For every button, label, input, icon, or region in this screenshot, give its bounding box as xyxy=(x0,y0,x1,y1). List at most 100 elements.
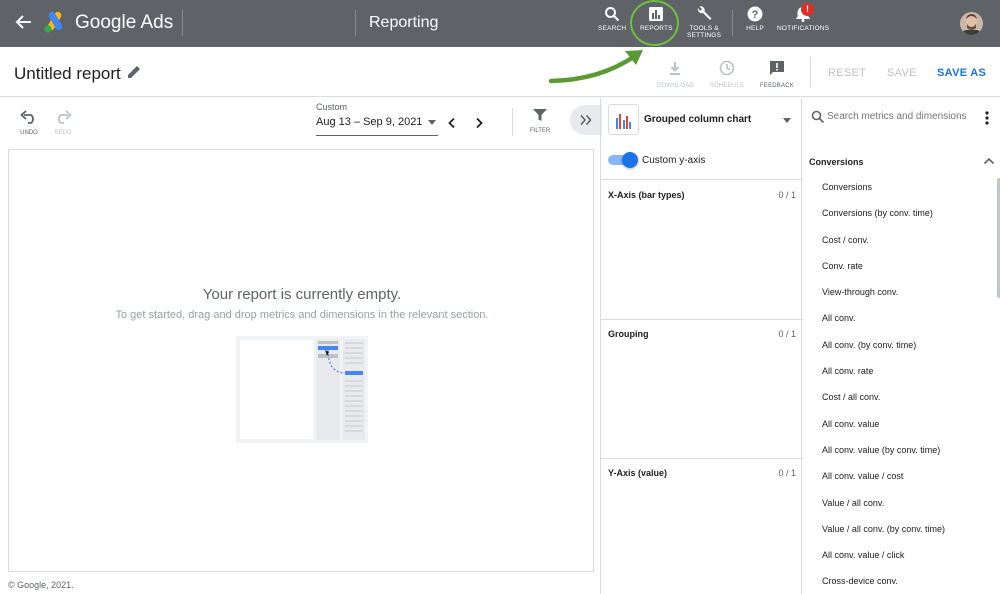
metric-item[interactable]: View-through conv. xyxy=(803,283,1000,309)
notifications-button[interactable]: ! NOTIFICATIONS xyxy=(777,3,830,32)
metric-item[interactable]: All conv. value (by conv. time) xyxy=(803,441,1000,467)
filter-icon xyxy=(533,109,548,121)
chart-type-label: Grouped column chart xyxy=(644,114,752,125)
brand-name: Google Ads xyxy=(75,12,174,33)
section-count: 0 / 1 xyxy=(778,468,796,478)
custom-y-axis-toggle[interactable] xyxy=(608,152,638,168)
help-button[interactable]: ? HELP xyxy=(746,6,764,32)
x-axis-drop-zone[interactable]: X-Axis (bar types) 0 / 1 xyxy=(601,181,803,320)
tools-label-line2: SETTINGS xyxy=(687,32,722,39)
metric-item[interactable]: All conv. value / click xyxy=(803,546,1000,572)
more-options-icon[interactable] xyxy=(984,111,990,125)
metric-item[interactable]: All conv. (by conv. time) xyxy=(803,336,1000,362)
chevron-left-icon[interactable] xyxy=(446,117,458,129)
notification-badge: ! xyxy=(801,3,814,16)
chevron-right-icon[interactable] xyxy=(473,117,485,129)
conversions-group-header[interactable]: Conversions xyxy=(803,153,1000,171)
filter-button[interactable]: FILTER xyxy=(530,108,550,134)
undo-icon xyxy=(20,110,34,124)
metric-item[interactable]: All conv. rate xyxy=(803,362,1000,388)
group-title: Conversions xyxy=(809,157,864,167)
report-canvas[interactable]: Your report is currently empty. To get s… xyxy=(8,149,594,572)
back-arrow-icon[interactable] xyxy=(14,12,34,32)
top-app-bar: Google Ads Reporting SEARCH REPORTS TOOL… xyxy=(0,0,1000,47)
redo-button[interactable]: REDO xyxy=(53,110,73,136)
report-controls-bar: UNDO REDO Custom Aug 13 – Sep 9, 2021 FI… xyxy=(0,98,600,146)
feedback-label: FEEDBACK xyxy=(760,83,794,89)
drag-drop-illustration xyxy=(236,336,368,443)
report-title-bar: Untitled report DOWNLOAD SCHEDULE FEEDBA… xyxy=(0,47,1000,97)
metric-item[interactable]: Conversions (by conv. time) xyxy=(803,204,1000,230)
page-heading: Reporting xyxy=(369,14,439,31)
avatar[interactable] xyxy=(960,12,983,35)
save-button[interactable]: SAVE xyxy=(887,67,917,79)
metric-item[interactable]: Value / all conv. xyxy=(803,494,1000,520)
copyright-footer: © Google, 2021. xyxy=(8,580,74,590)
report-title[interactable]: Untitled report xyxy=(14,64,121,84)
metric-item[interactable]: Value / all conv. (by conv. time) xyxy=(803,520,1000,546)
schedule-label: SCHEDULE xyxy=(710,83,745,89)
notifications-label: NOTIFICATIONS xyxy=(777,25,830,32)
metric-item[interactable]: All conv. value / cost xyxy=(803,467,1000,493)
search-icon xyxy=(605,7,620,22)
save-as-button[interactable]: SAVE AS xyxy=(937,67,986,79)
metric-item[interactable]: Cost / all conv. xyxy=(803,388,1000,414)
grouping-drop-zone[interactable]: Grouping 0 / 1 xyxy=(601,320,803,459)
undo-button[interactable]: UNDO xyxy=(19,110,39,136)
download-icon xyxy=(670,62,681,75)
edit-pencil-icon[interactable] xyxy=(126,64,142,80)
date-range-value: Aug 13 – Sep 9, 2021 xyxy=(316,116,423,128)
download-label: DOWNLOAD xyxy=(657,83,694,89)
custom-y-axis-label: Custom y-axis xyxy=(642,155,706,166)
schedule-action[interactable]: SCHEDULE xyxy=(710,60,744,89)
y-axis-drop-zone[interactable]: Y-Axis (value) 0 / 1 xyxy=(601,459,803,594)
redo-icon xyxy=(58,110,72,124)
chevron-up-icon xyxy=(983,157,995,165)
tools-label-line1: TOOLS & xyxy=(689,25,719,32)
empty-state-title: Your report is currently empty. xyxy=(202,286,402,303)
feedback-action[interactable]: FEEDBACK xyxy=(760,60,794,89)
section-title: Grouping xyxy=(608,329,649,339)
filter-label: FILTER xyxy=(530,128,551,134)
google-ads-logo[interactable] xyxy=(42,10,68,34)
metric-list: Conversions Conversions (by conv. time) … xyxy=(803,178,1000,594)
user-photo xyxy=(960,12,983,35)
download-action[interactable]: DOWNLOAD xyxy=(657,60,694,89)
metric-item[interactable]: Conversions xyxy=(803,178,1000,204)
wrench-icon xyxy=(697,6,712,20)
section-count: 0 / 1 xyxy=(778,329,796,339)
metric-item[interactable]: Conv. rate xyxy=(803,257,1000,283)
search-tool-label: SEARCH xyxy=(598,25,627,32)
search-tool-button[interactable]: SEARCH xyxy=(598,6,626,32)
metric-item[interactable]: Cross-device conv. xyxy=(803,572,1000,594)
section-title: X-Axis (bar types) xyxy=(608,190,685,200)
redo-label: REDO xyxy=(54,130,72,136)
section-count: 0 / 1 xyxy=(778,190,796,200)
divider xyxy=(732,10,733,36)
reset-button[interactable]: RESET xyxy=(828,67,866,79)
date-caption: Custom xyxy=(316,102,348,112)
collapse-panel-button[interactable] xyxy=(570,105,602,135)
divider xyxy=(355,10,356,36)
divider xyxy=(512,108,513,136)
metric-item[interactable]: All conv. value xyxy=(803,415,1000,441)
date-range-picker[interactable]: Custom Aug 13 – Sep 9, 2021 xyxy=(316,102,438,136)
divider xyxy=(810,57,811,87)
date-range-select[interactable]: Aug 13 – Sep 9, 2021 xyxy=(316,116,438,136)
search-icon xyxy=(811,110,825,124)
feedback-icon xyxy=(769,61,784,75)
help-label: HELP xyxy=(746,25,764,32)
custom-y-axis-row: Custom y-axis xyxy=(601,144,803,180)
section-title: Y-Axis (value) xyxy=(608,468,668,478)
double-chevron-right-icon xyxy=(580,114,592,126)
metrics-search-input[interactable] xyxy=(827,111,977,122)
annotation-arrow xyxy=(548,50,643,84)
toggle-knob xyxy=(622,152,638,168)
metric-item[interactable]: All conv. xyxy=(803,309,1000,335)
tools-settings-button[interactable]: TOOLS & SETTINGS xyxy=(687,6,721,39)
dropdown-caret-icon xyxy=(783,118,791,123)
clock-icon xyxy=(719,60,735,76)
chart-type-selector[interactable]: Grouped column chart xyxy=(601,98,803,140)
grouped-column-chart-icon xyxy=(616,114,631,129)
metric-item[interactable]: Cost / conv. xyxy=(803,231,1000,257)
